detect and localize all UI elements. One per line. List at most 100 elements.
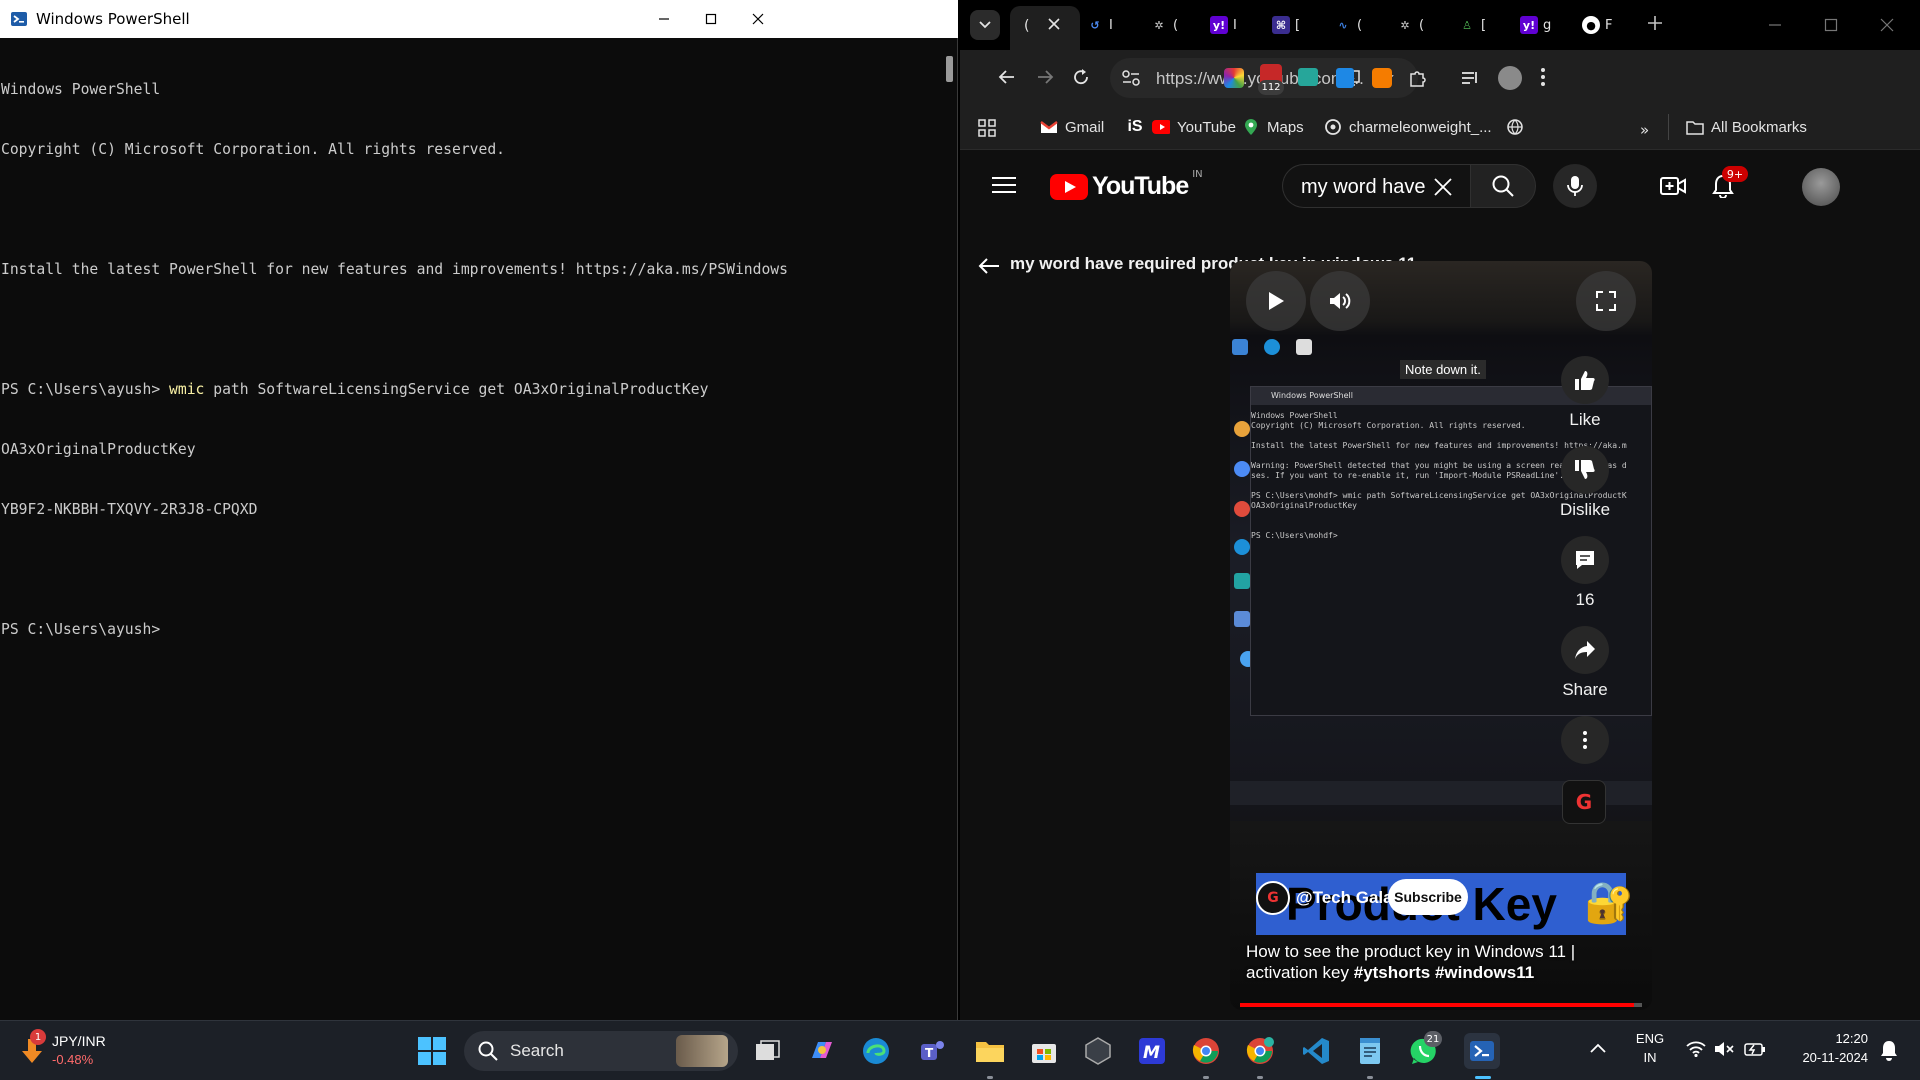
more-menu-icon[interactable] [1540, 66, 1546, 88]
site-settings-icon[interactable] [1122, 70, 1140, 86]
language-indicator[interactable]: ENG IN [1632, 1031, 1668, 1065]
edge-icon[interactable] [858, 1033, 894, 1069]
reload-icon[interactable] [1072, 68, 1090, 86]
bookmark-is[interactable]: iS [1126, 118, 1151, 136]
teams-icon[interactable]: T [914, 1033, 950, 1069]
bookmarks-overflow-icon[interactable]: » [1640, 121, 1649, 139]
clock[interactable]: 12:20 20-11-2024 [1788, 1031, 1868, 1065]
create-video-icon[interactable] [1660, 176, 1686, 196]
back-arrow-icon[interactable] [978, 257, 1000, 275]
tab[interactable]: ✲( [1396, 10, 1424, 40]
like-button[interactable]: Like [1535, 356, 1635, 430]
chatgpt-icon: ✲ [1154, 18, 1164, 32]
volume-muted-icon[interactable] [1714, 1041, 1734, 1057]
forward-icon[interactable] [1036, 68, 1054, 86]
profile-avatar[interactable] [1498, 66, 1522, 90]
scrollbar-thumb[interactable] [946, 56, 953, 82]
notepad-icon[interactable] [1352, 1033, 1388, 1069]
docs-extension-icon[interactable] [1336, 68, 1354, 88]
lock-icon: 🔐 [1584, 880, 1634, 926]
extension-icon[interactable] [1372, 68, 1392, 88]
more-actions-button[interactable] [1535, 716, 1635, 764]
microsoft-store-icon[interactable] [1026, 1033, 1062, 1069]
tab[interactable]: y! I [1210, 10, 1237, 40]
chrome-profile-icon[interactable] [1242, 1033, 1278, 1069]
start-button[interactable] [414, 1033, 450, 1069]
share-label: Share [1562, 680, 1608, 699]
close-tab-icon[interactable] [1048, 18, 1060, 30]
tab[interactable]: ⌘[ [1272, 10, 1300, 40]
tab-search-button[interactable] [970, 10, 1000, 40]
notifications-icon[interactable] [1880, 1039, 1898, 1061]
close-button[interactable] [730, 0, 786, 38]
comments-button[interactable]: 16 [1535, 536, 1635, 610]
running-indicator [1203, 1076, 1209, 1079]
tab-strip: ( ↺ I ✲( y! I ⌘[ ∿( ✲( ♙[ y! g ● F [960, 0, 1920, 50]
show-hidden-icons[interactable] [1590, 1043, 1606, 1053]
fullscreen-button[interactable] [1576, 271, 1636, 331]
gmail-icon [1040, 118, 1058, 136]
search-input[interactable]: my word have required product key in win… [1301, 176, 1431, 199]
powershell-taskbar-icon[interactable] [1464, 1033, 1500, 1069]
bookmark-maps[interactable]: Maps [1242, 118, 1304, 136]
tab[interactable]: ✲( [1150, 10, 1178, 40]
tab[interactable]: ● F [1582, 10, 1612, 40]
apps-grid-icon[interactable] [978, 119, 996, 137]
search-button[interactable] [1470, 164, 1536, 208]
extensions-puzzle-icon[interactable] [1408, 68, 1428, 88]
tab-active[interactable]: ( [1010, 6, 1080, 50]
minimize-icon[interactable] [1768, 18, 1782, 32]
back-icon[interactable] [998, 68, 1016, 86]
desktop-icon [1234, 461, 1250, 477]
tab[interactable]: ♙[ [1458, 10, 1486, 40]
divider [1668, 114, 1669, 140]
tab[interactable]: ↺ I [1086, 10, 1112, 40]
youtube-logo[interactable]: YouTube IN [1050, 169, 1203, 201]
channel-avatar[interactable]: G [1256, 881, 1290, 915]
channel-thumbnail[interactable]: G [1562, 780, 1606, 824]
widget-value: -0.48% [52, 1052, 94, 1067]
voice-search-button[interactable] [1553, 164, 1597, 208]
hamburger-menu-icon[interactable] [992, 176, 1016, 194]
widget-title[interactable]: JPY/INR [52, 1033, 106, 1049]
app-hexagon-icon[interactable] [1080, 1033, 1116, 1069]
bookmark-youtube[interactable]: YouTube [1152, 118, 1236, 136]
bookmark-gmail[interactable]: Gmail [1040, 118, 1104, 136]
video-description[interactable]: How to see the product key in Windows 11… [1246, 941, 1626, 983]
all-bookmarks[interactable]: All Bookmarks [1686, 118, 1807, 136]
clear-search-icon[interactable] [1433, 177, 1453, 197]
battery-charging-icon[interactable] [1744, 1041, 1766, 1057]
search-box[interactable]: my word have required product key in win… [1282, 164, 1470, 208]
email-extension-icon[interactable] [1298, 68, 1318, 86]
taskbar-search[interactable]: Search [464, 1031, 738, 1071]
copilot-icon[interactable] [804, 1033, 840, 1069]
wifi-icon[interactable] [1686, 1041, 1706, 1057]
maximize-icon[interactable] [1824, 18, 1838, 32]
video-caption: Note down it. [1400, 360, 1486, 379]
play-button[interactable] [1246, 271, 1306, 331]
console-output[interactable]: Windows PowerShell Copyright (C) Microso… [0, 38, 941, 1020]
svg-text:T: T [925, 1046, 934, 1060]
share-button[interactable]: Share [1535, 626, 1635, 700]
tab[interactable]: y! g [1520, 10, 1551, 40]
search-label: Search [510, 1041, 564, 1060]
color-picker-extension-icon[interactable] [1224, 68, 1244, 88]
video-progress-bar[interactable] [1240, 1003, 1642, 1007]
new-tab-icon[interactable] [1646, 14, 1664, 32]
tab[interactable]: ∿( [1334, 10, 1362, 40]
subscribe-button[interactable]: Subscribe [1388, 879, 1468, 915]
file-explorer-icon[interactable] [972, 1033, 1008, 1069]
chrome-icon[interactable] [1188, 1033, 1224, 1069]
media-controls-icon[interactable] [1460, 68, 1480, 88]
math-app-icon[interactable]: M [1134, 1033, 1170, 1069]
task-view-icon[interactable] [750, 1033, 786, 1069]
dislike-button[interactable]: Dislike [1535, 446, 1635, 520]
bookmark-charmeleon[interactable]: charmeleonweight_... [1324, 118, 1492, 136]
account-avatar[interactable] [1802, 168, 1840, 206]
volume-button[interactable] [1310, 271, 1370, 331]
close-icon[interactable] [1880, 18, 1894, 32]
bookmark-globe[interactable] [1506, 118, 1531, 136]
vscode-icon[interactable] [1298, 1033, 1334, 1069]
powershell-titlebar[interactable]: Windows PowerShell [0, 0, 958, 38]
search-highlight-image [676, 1035, 728, 1067]
